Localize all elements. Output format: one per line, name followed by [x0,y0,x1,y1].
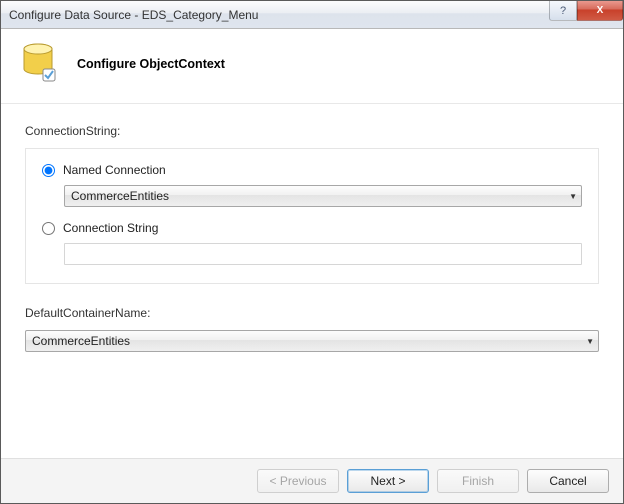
named-connection-select-wrap: CommerceEntities ▼ [64,185,582,207]
cancel-button[interactable]: Cancel [527,469,609,493]
named-connection-radio[interactable] [42,164,55,177]
wizard-body: ConnectionString: Named Connection Comme… [1,104,623,458]
page-title: Configure ObjectContext [77,57,225,71]
wizard-footer: < Previous Next > Finish Cancel [1,458,623,503]
named-connection-value: CommerceEntities [71,189,169,203]
finish-button: Finish [437,469,519,493]
connection-string-radio[interactable] [42,222,55,235]
connection-string-input[interactable] [64,243,582,265]
connectionstring-group: Named Connection CommerceEntities ▼ Conn… [25,148,599,284]
help-icon: ? [560,5,566,17]
close-icon: X [597,5,604,16]
named-connection-row: Named Connection [42,163,582,177]
next-button[interactable]: Next > [347,469,429,493]
help-button[interactable]: ? [549,1,577,21]
dialog-window: Configure Data Source - EDS_Category_Men… [0,0,624,504]
defaultcontainer-select[interactable]: CommerceEntities ▼ [25,330,599,352]
previous-button: < Previous [257,469,339,493]
chevron-down-icon: ▼ [569,192,577,201]
connection-string-input-wrap [64,243,582,265]
defaultcontainer-label: DefaultContainerName: [25,306,599,320]
close-button[interactable]: X [577,1,623,21]
connectionstring-label: ConnectionString: [25,124,599,138]
connection-string-row: Connection String [42,221,582,235]
named-connection-label[interactable]: Named Connection [63,163,166,177]
connection-string-label[interactable]: Connection String [63,221,158,235]
titlebar: Configure Data Source - EDS_Category_Men… [1,1,623,29]
named-connection-select[interactable]: CommerceEntities ▼ [64,185,582,207]
titlebar-controls: ? X [549,1,623,21]
wizard-header: Configure ObjectContext [1,29,623,104]
chevron-down-icon: ▼ [586,337,594,346]
window-title: Configure Data Source - EDS_Category_Men… [9,8,258,22]
defaultcontainer-value: CommerceEntities [32,334,130,348]
spacer [25,352,599,448]
database-icon [21,43,59,85]
